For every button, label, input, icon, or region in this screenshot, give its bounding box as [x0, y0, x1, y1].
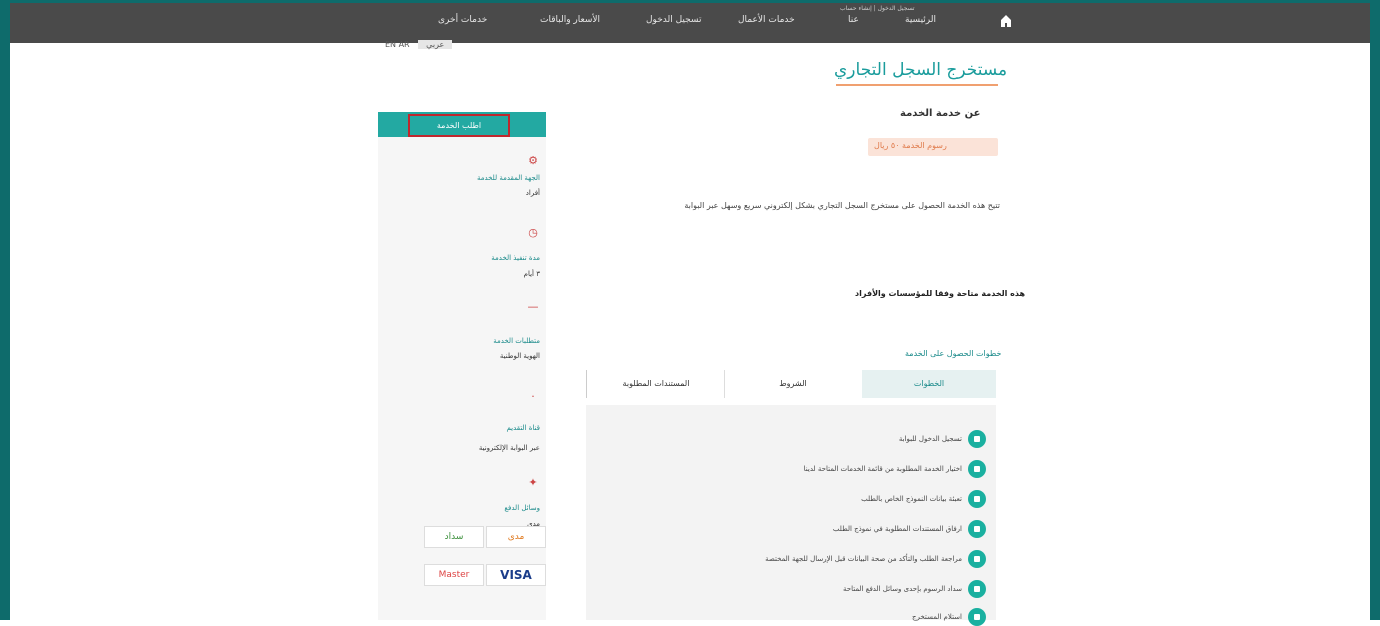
title-underline	[836, 84, 998, 86]
list-item: مراجعة الطلب والتأكد من صحة البيانات قبل…	[765, 550, 986, 568]
request-service-button[interactable]: اطلب الخدمة	[408, 114, 510, 137]
list-item: تعبئة بيانات النموذج الخاص بالطلب	[861, 490, 986, 508]
nav-pricing[interactable]: الأسعار والباقات	[540, 15, 600, 31]
step-icon	[968, 490, 986, 508]
list-item: تسجيل الدخول للبوابة	[899, 430, 986, 448]
mada-logo: مدى	[486, 526, 546, 548]
step-icon	[968, 460, 986, 478]
step-icon	[968, 430, 986, 448]
payment-icon: ✦	[528, 476, 538, 489]
language-pill[interactable]: عربي	[418, 40, 453, 49]
list-item: ارفاق المستندات المطلوبة في نموذج الطلب	[833, 520, 986, 538]
service-description: تتيح هذه الخدمة الحصول على مستخرج السجل …	[684, 201, 1000, 210]
channel-label: قناة التقديم	[506, 424, 541, 432]
login-register-link[interactable]: تسجيل الدخول | إنشاء حساب	[840, 5, 915, 12]
fee-badge: رسوم الخدمة ٥٠ ريال	[868, 138, 998, 156]
provider-icon: ⚙	[528, 154, 538, 167]
availability-note: هذه الخدمة متاحة وفقا للمؤسسات والأفراد	[855, 289, 1025, 298]
requirements-label: متطلبات الخدمة	[493, 337, 540, 345]
step-icon	[968, 580, 986, 598]
mastercard-logo: Master	[424, 564, 484, 586]
top-navigation-bar: تسجيل الدخول | إنشاء حساب خدمات أخرى الأ…	[10, 3, 1370, 43]
nav-about[interactable]: عنا	[848, 15, 859, 31]
steps-panel: تسجيل الدخول للبوابة اختيار الخدمة المطل…	[586, 405, 996, 626]
list-item: اختيار الخدمة المطلوبة من قائمة الخدمات …	[804, 460, 986, 478]
provider-value: أفراد	[525, 189, 540, 197]
step-icon	[968, 608, 986, 626]
step-icon	[968, 550, 986, 568]
tab-steps[interactable]: الخطوات	[862, 370, 996, 398]
provider-label: الجهة المقدمة للخدمة	[476, 174, 540, 182]
fee-badge-text: رسوم الخدمة ٥٠ ريال	[874, 141, 947, 150]
duration-value: ٣ أيام	[523, 270, 540, 278]
tab-required-documents[interactable]: المستندات المطلوبة	[586, 370, 725, 398]
visa-logo: VISA	[486, 564, 546, 586]
step-icon	[968, 520, 986, 538]
nav-home[interactable]: الرئيسية	[905, 15, 936, 31]
requirements-icon: —	[527, 300, 539, 313]
language-switcher[interactable]: EN AR عربي	[385, 40, 453, 49]
requirements-value: الهوية الوطنية	[499, 352, 540, 360]
channel-value: عبر البوابة الإلكترونية	[478, 444, 540, 452]
nav-business-services[interactable]: خدمات الأعمال	[738, 15, 795, 31]
clock-icon: ◷	[528, 226, 538, 239]
duration-label: مدة تنفيذ الخدمة	[491, 254, 540, 262]
channel-icon: ·	[531, 390, 535, 403]
sadad-logo: سداد	[424, 526, 484, 548]
section-heading: عن خدمة الخدمة	[900, 108, 981, 119]
payment-label: وسائل الدفع	[504, 504, 540, 512]
nav-login[interactable]: تسجيل الدخول	[646, 15, 701, 31]
language-label: EN AR	[385, 40, 410, 49]
list-item: استلام المستخرج	[912, 608, 986, 626]
nav-other-services[interactable]: خدمات أخرى	[438, 15, 487, 31]
sidebar-header: اطلب الخدمة	[378, 112, 546, 137]
service-sidebar: اطلب الخدمة ⚙ الجهة المقدمة للخدمة أفراد…	[378, 112, 546, 620]
list-item: سداد الرسوم بإحدى وسائل الدفع المتاحة	[843, 580, 986, 598]
info-tabs: المستندات المطلوبة الشروط الخطوات	[586, 370, 996, 398]
page-title: مستخرج السجل التجاري	[834, 60, 1008, 80]
home-icon[interactable]	[1000, 14, 1012, 28]
tab-conditions[interactable]: الشروط	[724, 370, 862, 398]
steps-label: خطوات الحصول على الخدمة	[905, 349, 1002, 358]
